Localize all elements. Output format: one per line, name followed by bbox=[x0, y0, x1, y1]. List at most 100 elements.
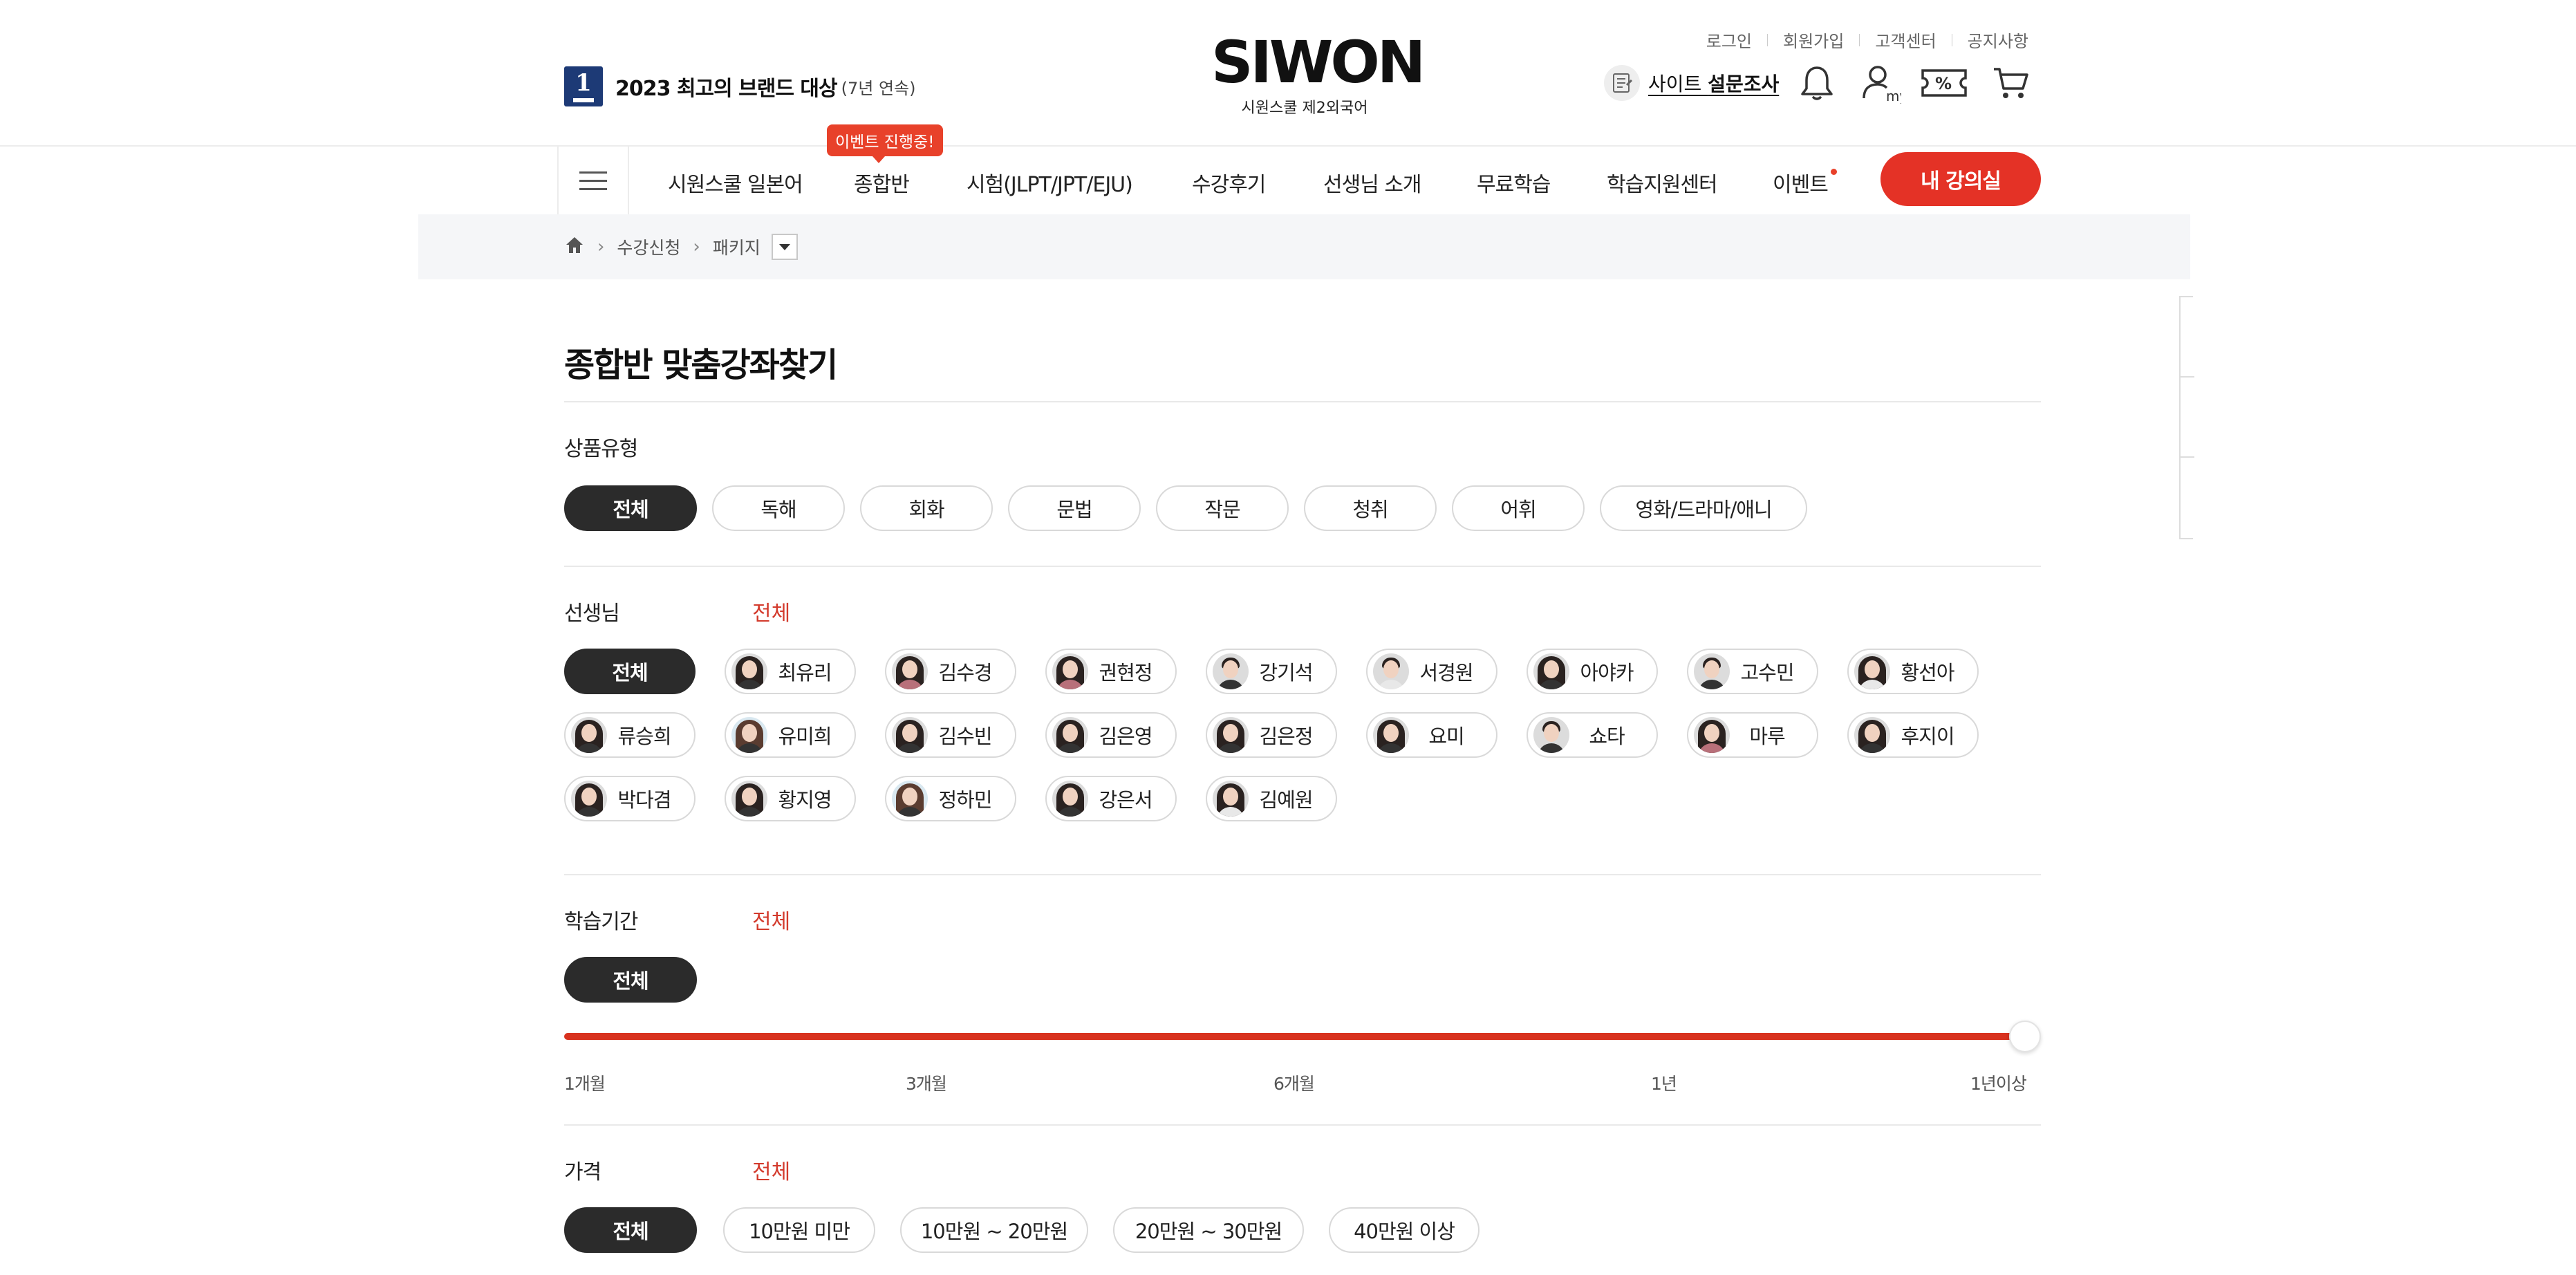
teacher-avatar bbox=[1533, 717, 1569, 753]
my-page-icon[interactable]: my bbox=[1858, 61, 1903, 105]
teacher-avatar bbox=[731, 653, 767, 689]
teacher-option[interactable]: 김예원 bbox=[1206, 776, 1337, 821]
price-option[interactable]: 10만원 ~ 20만원 bbox=[900, 1207, 1088, 1253]
teacher-option-all[interactable]: 전체 bbox=[564, 649, 696, 694]
product-type-option[interactable]: 청취 bbox=[1304, 485, 1437, 531]
period-selected-value: 전체 bbox=[752, 910, 791, 934]
price-option[interactable]: 20만원 ~ 30만원 bbox=[1113, 1207, 1304, 1253]
breadcrumb-dropdown-button[interactable] bbox=[771, 234, 798, 260]
price-option[interactable]: 10만원 미만 bbox=[723, 1207, 875, 1253]
teacher-option[interactable]: 박다겸 bbox=[564, 776, 696, 821]
teacher-label: 선생님 bbox=[564, 602, 620, 626]
teacher-avatar bbox=[892, 717, 928, 753]
brand-award[interactable]: 1 2023 최고의 브랜드 대상 (7년 연속) bbox=[564, 66, 916, 106]
nav-item-reviews[interactable]: 수강후기 bbox=[1192, 167, 1266, 198]
coupon-icon[interactable]: % bbox=[1919, 61, 1969, 105]
teacher-option[interactable]: 마루 bbox=[1687, 712, 1818, 758]
price-option[interactable]: 40만원 이상 bbox=[1329, 1207, 1480, 1253]
teacher-avatar bbox=[571, 717, 607, 753]
product-type-option[interactable]: 문법 bbox=[1008, 485, 1141, 531]
event-ongoing-badge: 이벤트 진행중! bbox=[827, 124, 943, 163]
nav-item-exam[interactable]: 시험(JLPT/JPT/EJU) bbox=[967, 167, 1133, 198]
teacher-option[interactable]: 후지이 bbox=[1847, 712, 1979, 758]
teacher-avatar bbox=[571, 781, 607, 817]
teacher-option[interactable]: 쇼타 bbox=[1527, 712, 1658, 758]
logo-subtitle: 시원스쿨 제2외국어 bbox=[1241, 100, 1368, 117]
divider bbox=[564, 566, 2041, 567]
teacher-option[interactable]: 권현정 bbox=[1045, 649, 1177, 694]
teacher-avatar bbox=[1854, 717, 1890, 753]
award-text: 2023 최고의 브랜드 대상 bbox=[615, 77, 838, 101]
teacher-option[interactable]: 김은영 bbox=[1045, 712, 1177, 758]
caret-down-icon bbox=[778, 243, 790, 250]
my-lecture-button[interactable]: 내 강의실 bbox=[1880, 152, 2041, 206]
teacher-option[interactable]: 황지영 bbox=[725, 776, 856, 821]
teacher-avatar bbox=[1052, 717, 1088, 753]
teacher-option[interactable]: 강기석 bbox=[1206, 649, 1337, 694]
teacher-option[interactable]: 류승희 bbox=[564, 712, 696, 758]
teacher-avatar bbox=[1213, 717, 1249, 753]
period-tick: 3개월 bbox=[906, 1074, 947, 1094]
teacher-option[interactable]: 김수경 bbox=[885, 649, 1016, 694]
teacher-option[interactable]: 아야카 bbox=[1527, 649, 1658, 694]
teacher-option[interactable]: 강은서 bbox=[1045, 776, 1177, 821]
product-type-option[interactable]: 독해 bbox=[712, 485, 845, 531]
main-navigation: 시원스쿨 일본어 종합반 시험(JLPT/JPT/EJU) 수강후기 선생님 소… bbox=[0, 145, 2576, 214]
teacher-avatar bbox=[892, 653, 928, 689]
period-tick: 1년이상 bbox=[1970, 1074, 2027, 1094]
teacher-avatar bbox=[1854, 653, 1890, 689]
teacher-avatar bbox=[1373, 717, 1409, 753]
nav-item-event[interactable]: 이벤트 bbox=[1773, 167, 1829, 198]
nav-item-japanese[interactable]: 시원스쿨 일본어 bbox=[668, 167, 803, 198]
divider bbox=[564, 874, 2041, 875]
signup-link[interactable]: 회원가입 bbox=[1783, 28, 1844, 52]
chevron-right-icon: › bbox=[597, 236, 605, 257]
nav-item-teachers[interactable]: 선생님 소개 bbox=[1323, 167, 1422, 198]
teacher-selected-value: 전체 bbox=[752, 602, 791, 626]
teacher-avatar bbox=[731, 781, 767, 817]
svg-text:%: % bbox=[1935, 74, 1952, 93]
menu-hamburger-icon[interactable] bbox=[557, 147, 629, 214]
floating-side-panel[interactable] bbox=[2179, 296, 2194, 539]
page-title: 종합반 맞춤강좌찾기 bbox=[564, 346, 838, 384]
svg-text:my: my bbox=[1886, 88, 1901, 104]
login-link[interactable]: 로그인 bbox=[1706, 28, 1752, 52]
price-option[interactable]: 전체 bbox=[564, 1207, 697, 1253]
nav-item-support[interactable]: 학습지원센터 bbox=[1607, 167, 1718, 198]
site-logo[interactable]: SIWON 시원스쿨 제2외국어 bbox=[1211, 30, 1426, 118]
breadcrumb: › 수강신청 › 패키지 bbox=[564, 232, 798, 261]
product-type-option[interactable]: 회화 bbox=[860, 485, 993, 531]
period-tick: 1년 bbox=[1651, 1074, 1677, 1094]
teacher-option[interactable]: 고수민 bbox=[1687, 649, 1818, 694]
breadcrumb-enroll[interactable]: 수강신청 bbox=[617, 234, 680, 259]
nav-item-package[interactable]: 종합반 bbox=[854, 167, 910, 198]
nav-item-free-study[interactable]: 무료학습 bbox=[1477, 167, 1551, 198]
survey-link[interactable]: 사이트 설문조사 bbox=[1604, 65, 1779, 101]
product-type-option[interactable]: 작문 bbox=[1156, 485, 1289, 531]
product-type-option[interactable]: 전체 bbox=[564, 485, 697, 531]
teacher-option[interactable]: 요미 bbox=[1366, 712, 1497, 758]
teacher-option[interactable]: 서경원 bbox=[1366, 649, 1497, 694]
teacher-option[interactable]: 유미희 bbox=[725, 712, 856, 758]
teacher-option[interactable]: 김은정 bbox=[1206, 712, 1337, 758]
award-subtext: (7년 연속) bbox=[841, 78, 916, 98]
customer-center-link[interactable]: 고객센터 bbox=[1875, 28, 1936, 52]
teacher-option[interactable]: 최유리 bbox=[725, 649, 856, 694]
product-type-option[interactable]: 어휘 bbox=[1452, 485, 1585, 531]
product-type-option[interactable]: 영화/드라마/애니 bbox=[1600, 485, 1807, 531]
period-slider-track[interactable] bbox=[564, 1033, 2024, 1040]
teacher-option[interactable]: 정하민 bbox=[885, 776, 1016, 821]
teacher-option[interactable]: 황선아 bbox=[1847, 649, 1979, 694]
period-option-all[interactable]: 전체 bbox=[564, 957, 697, 1003]
teacher-avatar bbox=[1052, 653, 1088, 689]
teacher-avatar bbox=[892, 781, 928, 817]
notice-link[interactable]: 공지사항 bbox=[1968, 28, 2028, 52]
period-slider-handle[interactable] bbox=[2009, 1021, 2041, 1052]
period-tick: 1개월 bbox=[564, 1074, 606, 1094]
bell-icon[interactable] bbox=[1795, 61, 1839, 105]
breadcrumb-package[interactable]: 패키지 bbox=[713, 234, 760, 259]
event-new-dot bbox=[1831, 169, 1837, 175]
teacher-option[interactable]: 김수빈 bbox=[885, 712, 1016, 758]
cart-icon[interactable] bbox=[1988, 61, 2033, 105]
home-icon[interactable] bbox=[564, 234, 585, 259]
